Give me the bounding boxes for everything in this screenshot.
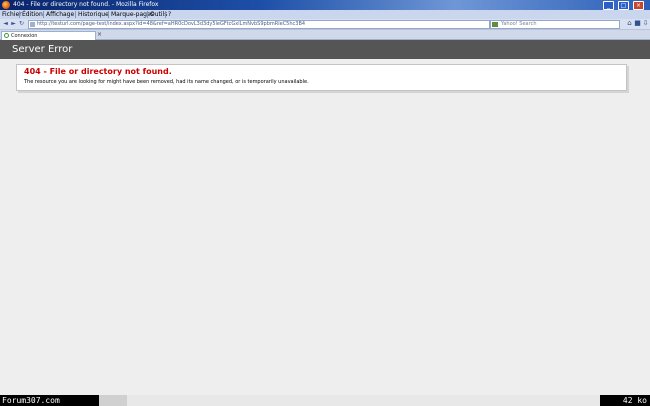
- menu-help[interactable]: ?: [168, 10, 171, 19]
- page-content: Server Error 404 - File or directory not…: [0, 40, 650, 395]
- search-input[interactable]: Yahoo! Search: [501, 21, 537, 28]
- menu-separator: [43, 11, 44, 18]
- menu-separator: [19, 11, 20, 18]
- tab-connexion[interactable]: Connexion: [1, 31, 96, 40]
- url-bar[interactable]: http://testurl.com/page-test/index.aspx?…: [28, 20, 490, 29]
- server-error-header: Server Error: [0, 40, 650, 59]
- error-description: The resource you are looking for might h…: [24, 79, 309, 85]
- menu-view[interactable]: Affichage: [46, 10, 74, 19]
- firefox-icon: [2, 1, 10, 9]
- stop-button[interactable]: ■: [634, 20, 641, 27]
- search-engine-icon: [492, 22, 498, 27]
- minimize-button[interactable]: _: [603, 1, 614, 10]
- menu-separator: [75, 11, 76, 18]
- forward-button[interactable]: ►: [10, 20, 17, 27]
- close-window-button[interactable]: ×: [633, 1, 644, 10]
- menu-separator: [165, 11, 166, 18]
- title-bar: 404 - File or directory not found. - Moz…: [0, 0, 650, 10]
- tab-label: Connexion: [11, 33, 38, 39]
- reload-button[interactable]: ↻: [18, 20, 25, 27]
- tab-bar: Connexion ×: [0, 30, 650, 40]
- navigation-toolbar: ◄ ► ↻ http://testurl.com/page-test/index…: [0, 19, 650, 30]
- status-bar: [99, 395, 127, 406]
- file-size-label: 42 ko: [600, 395, 650, 406]
- page-title: Server Error: [12, 44, 73, 55]
- menu-history[interactable]: Historique: [78, 10, 109, 19]
- url-text[interactable]: http://testurl.com/page-test/index.aspx?…: [37, 21, 305, 28]
- error-title: 404 - File or directory not found.: [24, 67, 172, 76]
- watermark-label: Forum307.com: [0, 395, 99, 406]
- back-button[interactable]: ◄: [2, 20, 9, 27]
- maximize-button[interactable]: □: [618, 1, 629, 10]
- home-button[interactable]: ⌂: [626, 20, 633, 27]
- error-message-box: 404 - File or directory not found. The r…: [16, 64, 627, 91]
- search-bar[interactable]: Yahoo! Search: [490, 20, 620, 29]
- menu-edit[interactable]: Édition: [22, 10, 43, 19]
- download-icon[interactable]: ⇩: [642, 20, 649, 27]
- loading-icon: [4, 33, 9, 38]
- close-tab-button[interactable]: ×: [96, 31, 103, 39]
- menu-separator: [147, 11, 148, 18]
- menu-separator: [108, 11, 109, 18]
- site-favicon-icon: [30, 22, 35, 27]
- menu-bar: Fichier Édition Affichage Historique Mar…: [0, 10, 650, 19]
- window-title: 404 - File or directory not found. - Moz…: [13, 1, 159, 8]
- bottom-strip: Forum307.com 42 ko: [0, 395, 650, 406]
